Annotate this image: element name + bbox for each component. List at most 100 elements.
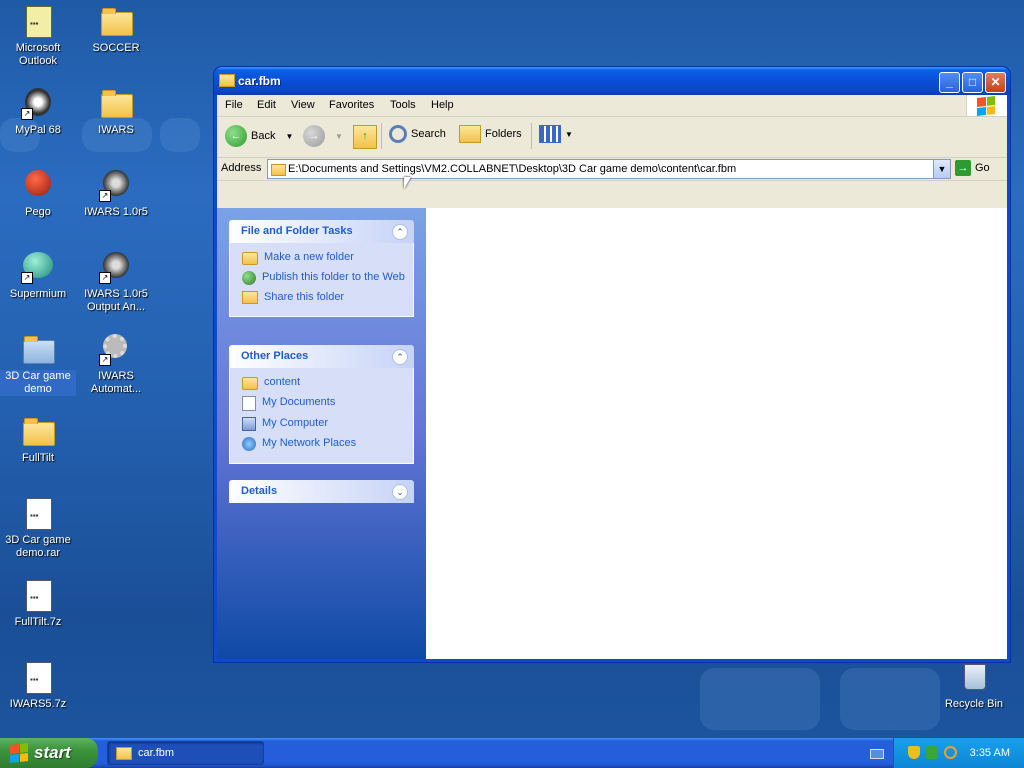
collapse-icon[interactable]: ⌃ (392, 224, 408, 240)
make-new-folder-link[interactable]: Make a new folder (242, 251, 413, 265)
other-places-header[interactable]: Other Places ⌃ (229, 345, 414, 368)
search-icon (389, 125, 407, 143)
folders-button[interactable]: Folders (459, 125, 522, 143)
my-documents-icon (242, 396, 256, 411)
desktop-icon-soccer[interactable]: SOCCER (78, 4, 154, 55)
windows-logo-icon (966, 95, 1007, 116)
desktop-icon-microsoft-outlook[interactable]: Microsoft Outlook (0, 4, 76, 68)
mypal-icon: ↗ (21, 86, 55, 120)
menu-help[interactable]: Help (431, 99, 454, 111)
explorer-window: car.fbm _ □ ✕ File Edit View Favorites T… (214, 67, 1010, 662)
outlook-icon (21, 4, 55, 38)
pego-icon (21, 168, 55, 202)
address-input[interactable]: E:\Documents and Settings\VM2.COLLABNET\… (267, 159, 951, 179)
desktop-icon-3d-car-game-demo[interactable]: 3D Car game demo (0, 332, 76, 396)
mouse-cursor-icon (404, 177, 411, 189)
address-dropdown-button[interactable]: ▼ (933, 160, 950, 178)
address-label: Address (221, 162, 262, 174)
search-button[interactable]: Search (389, 125, 446, 143)
window-title: car.fbm (238, 74, 281, 88)
windows-logo-icon (10, 743, 28, 763)
place-my-documents-link[interactable]: My Documents (242, 396, 413, 411)
folder-icon (99, 86, 133, 120)
supermium-icon: ↗ (21, 250, 55, 284)
share-folder-icon (242, 291, 258, 304)
desktop-icon-iwars-output[interactable]: ↗ IWARS 1.0r5 Output An... (78, 250, 154, 314)
forward-arrow-icon: → (303, 125, 325, 147)
chevron-down-icon[interactable]: ▼ (285, 132, 293, 141)
desktop-icon-iwars5-7z[interactable]: IWARS5.7z (0, 660, 76, 711)
archive-icon (21, 578, 55, 612)
desktop-icon-fulltilt-7z[interactable]: FullTilt.7z (0, 578, 76, 629)
search-icon[interactable] (944, 746, 957, 759)
folder-icon (242, 377, 258, 390)
desktop-icon-mypal[interactable]: ↗ MyPal 68 (0, 86, 76, 137)
desktop-icon-recycle-bin[interactable]: Recycle Bin (936, 660, 1012, 711)
file-folder-tasks-panel: File and Folder Tasks ⌃ Make a new folde… (229, 220, 414, 317)
folder-icon (21, 414, 55, 448)
security-shield-icon[interactable] (908, 746, 920, 759)
zip-folder-icon (99, 4, 133, 38)
clock[interactable]: 3:35 AM (970, 747, 1010, 759)
title-bar[interactable]: car.fbm _ □ ✕ (214, 67, 1010, 95)
my-computer-icon (242, 417, 256, 431)
taskbar: start car.fbm 3:35 AM (0, 738, 1024, 768)
address-bar: Address E:\Documents and Settings\VM2.CO… (217, 158, 1007, 181)
publish-folder-link[interactable]: Publish this folder to the Web (242, 271, 413, 285)
chevron-down-icon: ▼ (565, 129, 573, 139)
iwars-icon: ↗ (99, 250, 133, 284)
share-folder-link[interactable]: Share this folder (242, 291, 413, 304)
up-folder-button[interactable]: ↑ (353, 125, 377, 149)
file-list-area[interactable] (426, 208, 1007, 659)
desktop-icon-iwars-folder[interactable]: IWARS (78, 86, 154, 137)
keyboard-icon[interactable] (870, 749, 884, 759)
place-my-computer-link[interactable]: My Computer (242, 417, 413, 431)
up-arrow-icon: ↑ (353, 125, 377, 149)
file-folder-tasks-header[interactable]: File and Folder Tasks ⌃ (229, 220, 414, 243)
desktop-icon-3d-car-game-demo-rar[interactable]: 3D Car game demo.rar (0, 496, 76, 560)
desktop-icon-fulltilt[interactable]: FullTilt (0, 414, 76, 465)
back-arrow-icon: ← (225, 125, 247, 147)
minimize-button[interactable]: _ (939, 72, 960, 93)
close-button[interactable]: ✕ (985, 72, 1006, 93)
expand-icon[interactable]: ⌄ (392, 484, 408, 500)
new-folder-icon (242, 252, 258, 265)
toolbar: ← Back ▼ → ▼ ↑ Search Folders ▼ (217, 117, 1007, 158)
place-content-link[interactable]: content (242, 376, 413, 390)
maximize-button[interactable]: □ (962, 72, 983, 93)
start-button[interactable]: start (0, 738, 98, 768)
desktop-icon-pego[interactable]: Pego (0, 168, 76, 219)
place-my-network-places-link[interactable]: My Network Places (242, 437, 413, 451)
details-panel: Details ⌄ (229, 480, 414, 503)
task-pane: File and Folder Tasks ⌃ Make a new folde… (217, 208, 426, 659)
other-places-panel: Other Places ⌃ content My Documents My C… (229, 345, 414, 464)
go-button[interactable]: → Go (955, 160, 990, 176)
publish-web-icon (242, 271, 256, 285)
desktop-icon-supermium[interactable]: ↗ Supermium (0, 250, 76, 301)
collapse-icon[interactable]: ⌃ (392, 349, 408, 365)
recycle-bin-icon (957, 660, 991, 694)
address-path: E:\Documents and Settings\VM2.COLLABNET\… (288, 163, 737, 175)
network-icon[interactable] (926, 746, 938, 759)
back-button[interactable]: ← Back ▼ (225, 125, 293, 147)
desktop-icon-iwars-1-0r5[interactable]: ↗ IWARS 1.0r5 (78, 168, 154, 219)
system-tray: 3:35 AM (893, 738, 1024, 768)
details-header[interactable]: Details ⌄ (229, 480, 414, 503)
views-button[interactable]: ▼ (539, 125, 573, 143)
desktop-icon-iwars-automat[interactable]: ↗ IWARS Automat... (78, 332, 154, 396)
go-arrow-icon: → (955, 160, 971, 176)
chevron-down-icon: ▼ (335, 131, 343, 141)
menu-view[interactable]: View (291, 99, 315, 111)
forward-button[interactable]: → ▼ (303, 125, 343, 147)
folder-icon (219, 74, 235, 87)
gear-icon: ↗ (99, 332, 133, 366)
folder-icon (271, 164, 286, 176)
folders-icon (459, 125, 481, 143)
iwars-icon: ↗ (99, 168, 133, 202)
menu-file[interactable]: File (225, 99, 243, 111)
menu-edit[interactable]: Edit (257, 99, 276, 111)
menu-bar: File Edit View Favorites Tools Help (217, 95, 1007, 117)
taskbar-button-car-fbm[interactable]: car.fbm (107, 741, 264, 765)
menu-favorites[interactable]: Favorites (329, 99, 374, 111)
menu-tools[interactable]: Tools (390, 99, 416, 111)
